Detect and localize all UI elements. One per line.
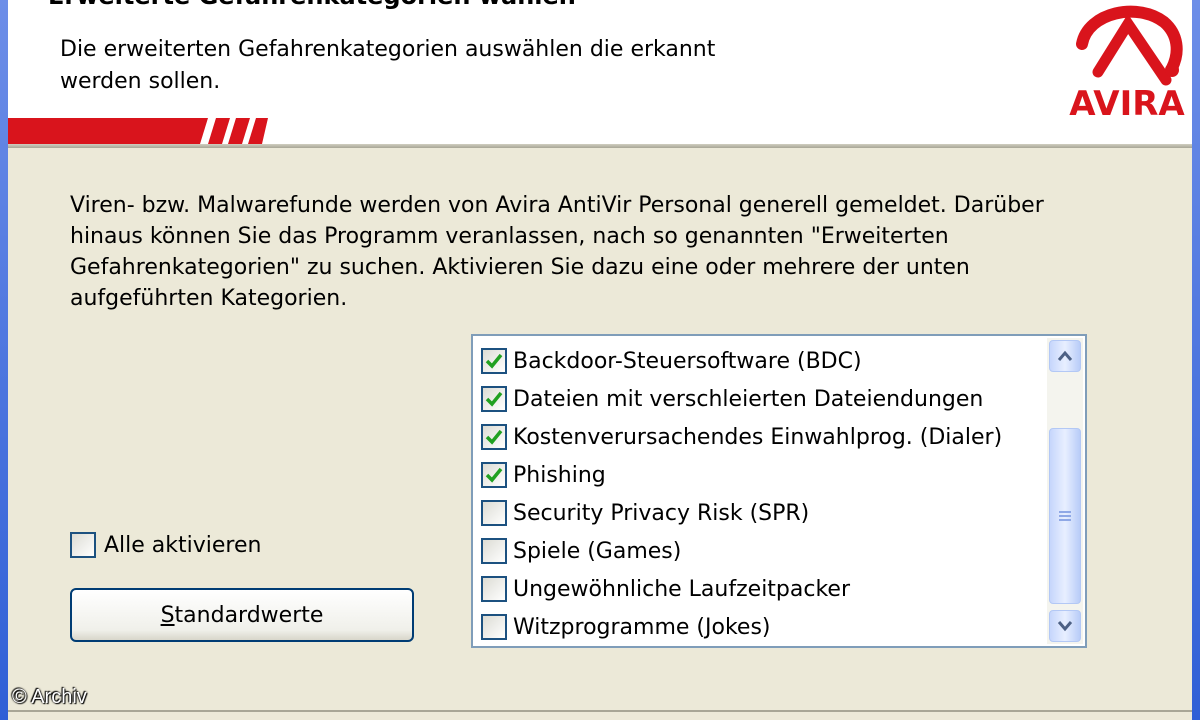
category-checkbox[interactable] xyxy=(481,500,507,526)
category-label: Spiele (Games) xyxy=(513,538,682,564)
checkmark-icon xyxy=(485,353,503,369)
scrollbar-thumb[interactable] xyxy=(1049,428,1081,604)
defaults-button-label: tandardwerte xyxy=(174,602,324,628)
checkmark-icon xyxy=(485,467,503,483)
intro-text: Viren- bzw. Malwarefunde werden von Avir… xyxy=(70,193,1044,311)
category-item[interactable]: Phishing xyxy=(481,456,1047,494)
checkbox-box[interactable] xyxy=(70,532,96,558)
category-label: Ungewöhnliche Laufzeitpacker xyxy=(513,576,851,602)
category-checkbox[interactable] xyxy=(481,538,507,564)
category-list: Backdoor-Steuersoftware (BDC) Dateien mit… xyxy=(481,342,1047,646)
category-item[interactable]: Security Privacy Risk (SPR) xyxy=(481,494,1047,532)
logo-text: AVIRA xyxy=(1069,84,1185,124)
defaults-button-accel: S xyxy=(160,602,175,628)
window-border-right xyxy=(1192,0,1200,720)
header-separator xyxy=(8,144,1192,148)
category-label: Dateien mit verschleierten Dateiendungen xyxy=(513,386,984,412)
category-checkbox[interactable] xyxy=(481,462,507,488)
category-checkbox[interactable] xyxy=(481,348,507,374)
category-item[interactable]: Spiele (Games) xyxy=(481,532,1047,570)
category-label: Phishing xyxy=(513,462,606,488)
checkmark-icon xyxy=(485,429,503,445)
category-label: Security Privacy Risk (SPR) xyxy=(513,500,810,526)
page-description: Die erweiterten Gefahrenkategorien auswä… xyxy=(60,37,716,94)
category-label: Witzprogramme (Jokes) xyxy=(513,614,771,640)
avira-logo: AVIRA xyxy=(1068,2,1186,126)
category-listbox[interactable]: Backdoor-Steuersoftware (BDC) Dateien mit… xyxy=(471,334,1087,648)
category-label: Backdoor-Steuersoftware (BDC) xyxy=(513,348,862,374)
select-all-label: Alle aktivieren xyxy=(104,532,262,558)
red-stripe-decoration xyxy=(8,118,268,144)
category-item[interactable]: Kostenverursachendes Einwahlprog. (Diale… xyxy=(481,418,1047,456)
scroll-down-button[interactable] xyxy=(1049,610,1081,642)
category-item[interactable]: Ungewöhnliche Laufzeitpacker xyxy=(481,570,1047,608)
scroll-up-button[interactable] xyxy=(1049,340,1081,372)
chevron-up-icon xyxy=(1057,350,1073,361)
category-checkbox[interactable] xyxy=(481,576,507,602)
category-item[interactable]: Dateien mit verschleierten Dateiendungen xyxy=(481,380,1047,418)
wizard-header: Erweiterte Gefahrenkategorien wählen Die… xyxy=(8,0,1192,148)
checkmark-icon xyxy=(485,391,503,407)
grip-icon xyxy=(1059,511,1071,521)
select-all-checkbox[interactable]: Alle aktivieren xyxy=(70,532,261,558)
bottom-separator xyxy=(8,710,1192,712)
page-title: Erweiterte Gefahrenkategorien wählen xyxy=(48,0,576,10)
vertical-scrollbar[interactable] xyxy=(1047,338,1083,644)
window-border-left xyxy=(0,0,8,720)
chevron-down-icon xyxy=(1057,621,1073,632)
category-item[interactable]: Witzprogramme (Jokes) xyxy=(481,608,1047,646)
archiv-watermark: © Archiv xyxy=(12,686,87,708)
category-label: Kostenverursachendes Einwahlprog. (Diale… xyxy=(513,424,1003,450)
avira-umbrella-icon xyxy=(1076,5,1183,86)
category-checkbox[interactable] xyxy=(481,424,507,450)
category-item[interactable]: Backdoor-Steuersoftware (BDC) xyxy=(481,342,1047,380)
category-checkbox[interactable] xyxy=(481,614,507,640)
defaults-button[interactable]: Standardwerte xyxy=(70,588,414,642)
category-checkbox[interactable] xyxy=(481,386,507,412)
